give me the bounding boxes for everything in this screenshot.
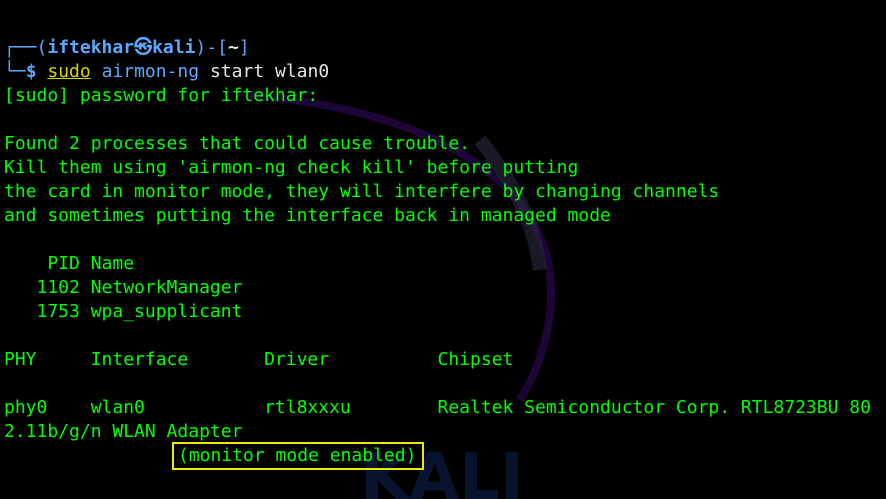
prompt-close: ] [238,37,250,58]
interface-table-row: phy0 wlan0 rtl8xxxu Realtek Semiconducto… [4,397,871,418]
prompt-corner-top: ┌──( [4,37,48,58]
sudo-password-prompt: [sudo] password for iftekhar: [4,85,319,106]
command-sudo: sudo [47,61,91,82]
interface-table-row-continued: 2.11b/g/n WLAN Adapter [4,421,243,442]
output-kill-line-2: the card in monitor mode, they will inte… [4,181,720,202]
monitor-mode-status: (monitor mode enabled) [178,445,417,466]
command-args: start wlan0 [209,61,330,82]
command-line[interactable]: └─$ sudo airmon-ng start wlan0 [4,60,329,84]
pid-table-header: PID Name [4,253,135,274]
process-row: 1753 wpa_supplicant [4,301,243,322]
prompt-separator: )-[ [195,37,228,58]
interface-table-header: PHY Interface Driver Chipset [4,349,514,370]
terminal-window[interactable]: KALI ┌──(iftekhar㉿kali)-[~] └─$ sudo air… [0,0,886,499]
prompt-at-symbol: ㉿ [134,37,153,58]
output-found-processes: Found 2 processes that could cause troub… [4,133,470,154]
output-kill-line-3: and sometimes putting the interface back… [4,205,611,226]
prompt-dir: ~ [227,37,239,58]
command-binary: airmon-ng [101,61,200,82]
prompt-line-top: ┌──(iftekhar㉿kali)-[~] [4,36,250,60]
prompt-corner-bottom: └─ [4,61,26,82]
process-row: 1102 NetworkManager [4,277,243,298]
prompt-dollar: $ [25,61,37,82]
prompt-user: iftekhar [47,37,135,58]
output-kill-line-1: Kill them using 'airmon-ng check kill' b… [4,157,579,178]
prompt-host: kali [152,37,196,58]
